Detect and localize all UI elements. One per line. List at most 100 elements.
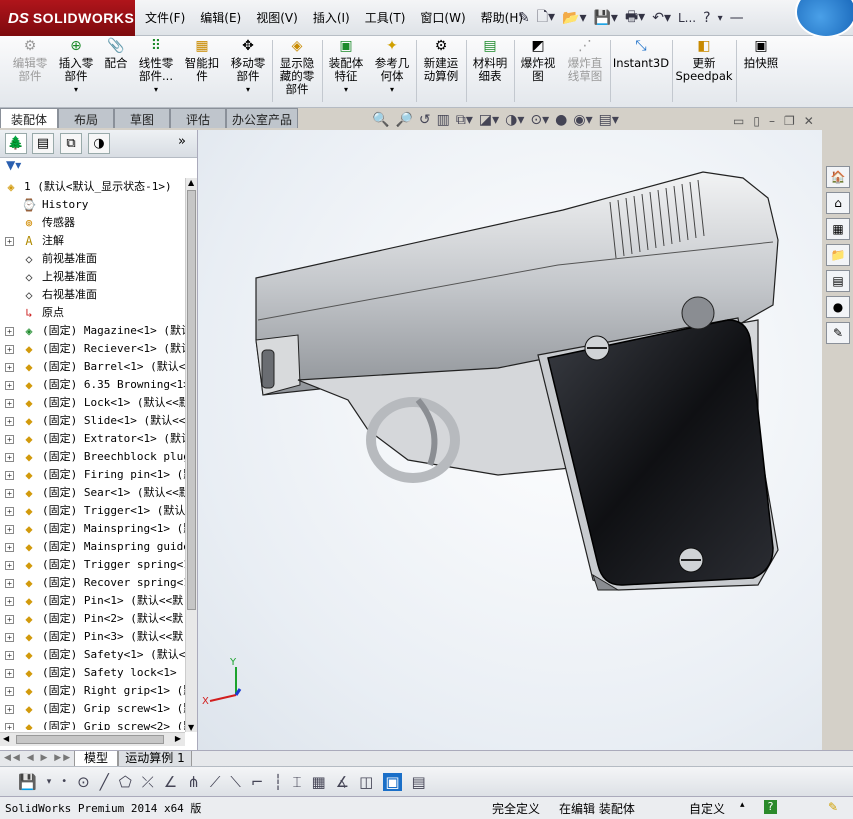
assembly-feature-button[interactable]: ▣ 装配体 特征 ▾ — [325, 38, 367, 96]
home-icon[interactable]: ⌂ — [826, 192, 850, 214]
smart-fastener-button[interactable]: ▦ 智能扣 件 — [180, 38, 224, 83]
tile-vertical-icon[interactable]: ▯ — [753, 114, 760, 128]
save-icon[interactable]: 💾 — [18, 773, 37, 791]
scroll-down-icon[interactable]: ▼ — [188, 723, 194, 732]
feature-tree-tab-icon[interactable]: 🌲 — [5, 133, 27, 154]
expand-toggle-icon[interactable]: + — [5, 615, 14, 624]
menu-edit[interactable]: 编辑(E) — [200, 9, 241, 26]
tab-motion-study-1[interactable]: 运动算例 1 — [118, 751, 192, 767]
mirror-icon[interactable]: ⋔ — [187, 773, 200, 791]
camera-icon[interactable]: ▤ — [412, 773, 426, 791]
expand-toggle-icon[interactable]: + — [5, 417, 14, 426]
point-icon[interactable]: • — [61, 776, 67, 787]
explode-line-button[interactable]: ⋰ 爆炸直 线草图 — [562, 38, 608, 83]
motion-study-button[interactable]: ⚙ 新建运 动算例 — [418, 38, 464, 83]
solidworks-logo[interactable]: DS SOLIDWORKS — [0, 0, 135, 36]
tree-node[interactable]: + ◆ (固定) Safety lock<1> ( — [0, 664, 185, 682]
tree-node[interactable]: + ◆ (固定) 6.35 Browning<1> — [0, 376, 185, 394]
tree-node[interactable]: + ◆ (固定) Mainspring<1> (默 — [0, 520, 185, 538]
tree-node[interactable]: + ◆ (固定) Slide<1> (默认<< — [0, 412, 185, 430]
expand-toggle-icon[interactable]: + — [5, 561, 14, 570]
tree-node[interactable]: ◇ 前视基准面 — [0, 250, 185, 268]
chevron-down-icon[interactable]: ▾ — [390, 83, 394, 96]
snapshot-button[interactable]: ▣ 拍快照 — [738, 38, 784, 70]
view-orientation-icon[interactable]: ◪▾ — [479, 112, 499, 128]
undo-icon[interactable]: ↶▾ — [652, 10, 671, 26]
hide-show-items-icon[interactable]: ⊙▾ — [530, 112, 549, 128]
dynamic-annotation-icon[interactable]: ⧉▾ — [456, 112, 473, 128]
scroll-up-icon[interactable]: ▲ — [188, 178, 194, 187]
expand-toggle-icon[interactable]: + — [5, 507, 14, 516]
polygon-icon[interactable]: ⬠ — [119, 773, 132, 791]
zoom-to-fit-icon[interactable]: 🔍 — [372, 112, 389, 128]
tree-node[interactable]: + ◆ (固定) Firing pin<1> (默 — [0, 466, 185, 484]
menu-tools[interactable]: 工具(T) — [365, 9, 406, 26]
menu-help[interactable]: 帮助(H) — [481, 9, 523, 26]
tab-office-products[interactable]: 办公室产品 — [226, 108, 298, 128]
tab-navigation-arrows[interactable]: ◀◀ ◀ ▶ ▶▶ — [4, 753, 72, 763]
tree-node[interactable]: + ◆ (固定) Lock<1> (默认<<默 — [0, 394, 185, 412]
tree-node[interactable]: + A 注解 — [0, 232, 185, 250]
tree-node[interactable]: ◇ 右视基准面 — [0, 286, 185, 304]
file-explorer-icon[interactable]: 📁 — [826, 244, 850, 266]
tree-node[interactable]: + ◆ (固定) Mainspring guide — [0, 538, 185, 556]
expand-toggle-icon[interactable]: + — [5, 723, 14, 730]
offset-icon[interactable]: ⟍ — [230, 773, 241, 791]
expand-toggle-icon[interactable]: + — [5, 435, 14, 444]
tree-node[interactable]: ⌚ History — [0, 196, 185, 214]
appearance-tab-icon[interactable]: ◑ — [88, 133, 110, 154]
show-hidden-button[interactable]: ◈ 显示隐 藏的零 部件 — [275, 38, 319, 96]
instant3d-button[interactable]: ⤡ Instant3D — [612, 38, 670, 70]
tree-node[interactable]: + ◆ (固定) Barrel<1> (默认< — [0, 358, 185, 376]
tree-node[interactable]: + ◆ (固定) Trigger<1> (默认 — [0, 502, 185, 520]
expand-toggle-icon[interactable]: + — [5, 687, 14, 696]
tree-node[interactable]: + ◆ (固定) Right grip<1> (默 — [0, 682, 185, 700]
expand-toggle-icon[interactable]: + — [5, 363, 14, 372]
tree-vertical-scrollbar[interactable]: ▲ ▼ — [185, 178, 197, 732]
configuration-tab-icon[interactable]: ⧉ — [60, 133, 82, 154]
tab-model[interactable]: 模型 — [74, 751, 118, 767]
section-view-icon[interactable]: ▥ — [437, 112, 450, 128]
grid-icon[interactable]: ▦ — [311, 773, 325, 791]
relation-icon[interactable]: ∡ — [336, 773, 349, 791]
menu-view[interactable]: 视图(V) — [256, 9, 298, 26]
close-icon[interactable]: ✕ — [804, 114, 814, 128]
expand-toggle-icon[interactable]: + — [5, 237, 14, 246]
circle-icon[interactable]: ⊙ — [77, 773, 90, 791]
box-icon[interactable]: ◫ — [359, 773, 373, 791]
expand-toggle-icon[interactable]: + — [5, 525, 14, 534]
save-icon[interactable]: 💾▾ — [594, 10, 618, 26]
tree-node[interactable]: + ◆ (固定) Grip screw<2> (默 — [0, 718, 185, 730]
expand-toggle-icon[interactable]: + — [5, 633, 14, 642]
tree-node[interactable]: + ◆ (固定) Pin<2> (默认<<默 — [0, 610, 185, 628]
tree-node[interactable]: ⊚ 传感器 — [0, 214, 185, 232]
open-folder-icon[interactable]: 📂▾ — [562, 10, 586, 26]
expand-toggle-icon[interactable]: + — [5, 597, 14, 606]
expand-toggle-icon[interactable]: + — [5, 669, 14, 678]
expand-toggle-icon[interactable]: + — [5, 705, 14, 714]
mate-button[interactable]: 📎 配合 — [100, 38, 132, 70]
design-library-icon[interactable]: ▦ — [826, 218, 850, 240]
zoom-to-area-icon[interactable]: 🔎 — [395, 112, 412, 128]
more-commands[interactable]: L... — [678, 11, 696, 25]
tree-node[interactable]: ↳ 原点 — [0, 304, 185, 322]
chevron-down-icon[interactable]: ▾ — [718, 13, 723, 24]
scroll-thumb[interactable] — [187, 190, 196, 610]
expand-toggle-icon[interactable]: + — [5, 345, 14, 354]
tree-node[interactable]: ◇ 上视基准面 — [0, 268, 185, 286]
scroll-left-icon[interactable]: ◀ — [3, 734, 9, 743]
edit-component-button[interactable]: ⚙ 编辑零 部件 — [8, 38, 52, 83]
chevron-down-icon[interactable]: ▾ — [154, 83, 158, 96]
move-component-button[interactable]: ✥ 移动零 部件 ▾ — [226, 38, 270, 96]
solidworks-resources-badge[interactable] — [795, 0, 853, 38]
trim-icon[interactable]: ⤫ — [142, 773, 154, 791]
tab-evaluate[interactable]: 评估 — [170, 108, 226, 128]
corner-icon[interactable]: ⌐ — [251, 773, 264, 791]
scroll-right-icon[interactable]: ▶ — [175, 734, 181, 743]
view-settings-icon[interactable]: ▤▾ — [599, 112, 619, 128]
expand-toggle-icon[interactable]: + — [5, 579, 14, 588]
expand-toggle-icon[interactable]: + — [5, 651, 14, 660]
tree-node[interactable]: + ◆ (固定) Recover spring<1 — [0, 574, 185, 592]
expand-toggle-icon[interactable]: + — [5, 489, 14, 498]
dashed-corner-icon[interactable]: ┆ — [273, 773, 282, 791]
